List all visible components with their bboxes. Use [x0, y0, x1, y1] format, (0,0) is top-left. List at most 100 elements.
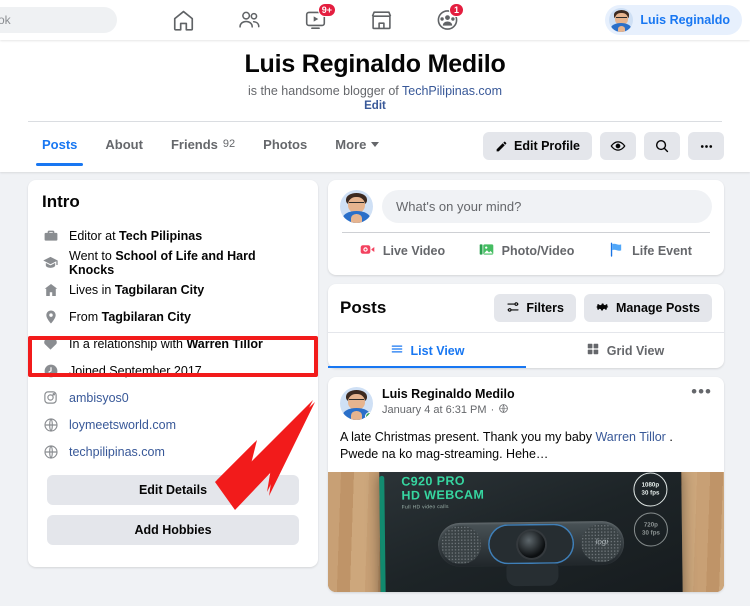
online-status-dot: [365, 412, 373, 420]
post-text-before: A late Christmas present. Thank you my b…: [340, 430, 596, 444]
composer-input[interactable]: What's on your mind?: [382, 190, 712, 223]
live-video-button[interactable]: Live Video: [340, 233, 464, 269]
list-view-icon: [390, 342, 404, 359]
intro-row-website-2-text: techpilipinas.com: [69, 444, 165, 459]
intro-row-website-2[interactable]: techpilipinas.com: [42, 438, 304, 465]
tab-photos-label: Photos: [263, 136, 308, 152]
tab-more-label: More: [335, 136, 367, 152]
tab-friends[interactable]: Friends 92: [157, 122, 249, 166]
intro-row-work: Editor at Tech Pilipinas: [42, 222, 304, 249]
post-author-block: Luis Reginaldo Medilo January 4 at 6:31 …: [382, 387, 515, 417]
filters-icon: [506, 300, 520, 317]
posts-view-tabs: List View Grid View: [328, 332, 724, 368]
gear-icon: [596, 300, 610, 317]
composer-actions: Live Video Photo/Video Life Event: [340, 233, 712, 269]
avatar[interactable]: [340, 387, 373, 420]
left-column: Intro Editor at Tech Pilipinas Went to S…: [28, 180, 318, 567]
avatar: [609, 8, 634, 32]
post-timestamp[interactable]: January 4 at 6:31 PM: [382, 404, 487, 416]
post-meta: January 4 at 6:31 PM ·: [382, 403, 515, 417]
nav-icon-group: 9+ 1: [150, 0, 480, 40]
intro-row-instagram[interactable]: ambisyos0: [42, 384, 304, 411]
user-account-chip[interactable]: Luis Reginaldo: [605, 5, 742, 35]
chevron-down-icon: [371, 141, 380, 147]
profile-bio-link[interactable]: TechPilipinas.com: [402, 84, 502, 98]
post-mention-link[interactable]: Warren Tillor: [595, 430, 665, 444]
intro-row-website-1[interactable]: loymeetsworld.com: [42, 411, 304, 438]
more-options-icon[interactable]: [688, 132, 724, 160]
globe-icon: [42, 416, 59, 433]
photo-video-label: Photo/Video: [501, 244, 575, 258]
tab-posts[interactable]: Posts: [28, 122, 91, 166]
edit-details-button[interactable]: Edit Details: [47, 475, 299, 505]
webcam-subtitle: Full HD video calls: [401, 504, 449, 511]
intro-row-from-text: From Tagbilaran City: [69, 309, 192, 324]
add-hobbies-button[interactable]: Add Hobbies: [47, 515, 299, 545]
list-view-tab[interactable]: List View: [328, 333, 526, 368]
post-author-name[interactable]: Luis Reginaldo Medilo: [382, 387, 515, 401]
profile-bio: is the handsome blogger of TechPilipinas…: [0, 84, 750, 98]
friends-icon[interactable]: [216, 0, 282, 40]
intro-row-work-text: Editor at Tech Pilipinas: [69, 228, 203, 243]
tab-about[interactable]: About: [91, 122, 157, 166]
webcam-lens: [517, 530, 545, 558]
watch-icon[interactable]: 9+: [282, 0, 348, 40]
post-card: Luis Reginaldo Medilo January 4 at 6:31 …: [328, 377, 724, 593]
intro-card: Intro Editor at Tech Pilipinas Went to S…: [28, 180, 318, 567]
right-column: What's on your mind? Live Video Photo/Vi…: [328, 180, 724, 593]
tab-friends-label: Friends: [170, 136, 218, 152]
post-more-icon[interactable]: •••: [691, 383, 712, 400]
intro-row-education-text: Went to School of Life and Hard Knocks: [69, 248, 256, 277]
intro-row-website-1-text: loymeetsworld.com: [69, 417, 176, 432]
profile-action-buttons: Edit Profile: [483, 132, 724, 160]
view-as-eye-icon[interactable]: [600, 132, 636, 160]
post-image[interactable]: C920 PRO HD WEBCAM Full HD video calls 1…: [328, 472, 724, 593]
webcam-title-line2: HD WEBCAM: [401, 487, 485, 503]
facebook-profile-page: ok 9+ 1 Luis Reginaldo Luis Reginaldo Me…: [0, 0, 750, 606]
grid-view-label: Grid View: [606, 343, 665, 358]
life-event-icon: [608, 241, 625, 261]
post-text: A late Christmas present. Thank you my b…: [328, 420, 724, 472]
intro-row-joined-text: Joined September 2017: [69, 363, 202, 378]
search-input[interactable]: ok: [0, 7, 117, 33]
photo-video-button[interactable]: Photo/Video: [464, 233, 588, 269]
manage-posts-button[interactable]: Manage Posts: [583, 294, 712, 322]
webcam-badge-720p: 720p 30 fps: [633, 512, 669, 547]
grid-view-tab[interactable]: Grid View: [526, 333, 724, 368]
profile-tabs: Posts About Friends 92 Photos More: [28, 122, 393, 166]
tab-more[interactable]: More: [321, 122, 393, 166]
marketplace-icon[interactable]: [348, 0, 414, 40]
life-event-button[interactable]: Life Event: [588, 233, 712, 269]
filters-label: Filters: [526, 301, 564, 315]
webcam-device: logi: [437, 521, 625, 568]
add-hobbies-container: Add Hobbies: [42, 515, 304, 553]
post-header: Luis Reginaldo Medilo January 4 at 6:31 …: [328, 377, 724, 420]
posts-header: Posts Filters Manage Posts: [328, 284, 724, 332]
webcam-title: C920 PRO HD WEBCAM: [401, 474, 484, 503]
user-chip-name: Luis Reginaldo: [640, 13, 730, 27]
search-icon[interactable]: [644, 132, 680, 160]
live-video-label: Live Video: [382, 244, 446, 258]
webcam-box: C920 PRO HD WEBCAM Full HD video calls 1…: [379, 472, 683, 593]
grid-view-icon: [586, 342, 600, 359]
edit-profile-button[interactable]: Edit Profile: [483, 132, 592, 160]
profile-content: Intro Editor at Tech Pilipinas Went to S…: [0, 180, 750, 606]
home-icon[interactable]: [150, 0, 216, 40]
globe-icon: [42, 443, 59, 460]
intro-row-education: Went to School of Life and Hard Knocks: [42, 248, 304, 277]
photo-video-icon: [478, 241, 495, 261]
webcam-mic-left: [440, 525, 482, 565]
avatar[interactable]: [340, 190, 373, 223]
intro-row-from: From Tagbilaran City: [42, 303, 304, 330]
tab-friends-count: 92: [222, 138, 236, 150]
filters-button[interactable]: Filters: [494, 294, 576, 322]
page-title: Luis Reginaldo Medilo: [244, 50, 506, 78]
bio-edit-link[interactable]: Edit: [0, 100, 750, 112]
post-meta-separator: ·: [490, 404, 495, 416]
tab-photos[interactable]: Photos: [249, 122, 321, 166]
groups-icon[interactable]: 1: [414, 0, 480, 40]
posts-section-card: Posts Filters Manage Posts List View Gri…: [328, 284, 724, 368]
graduation-cap-icon: [42, 254, 59, 271]
watch-badge: 9+: [317, 3, 336, 17]
tab-about-label: About: [105, 136, 143, 152]
